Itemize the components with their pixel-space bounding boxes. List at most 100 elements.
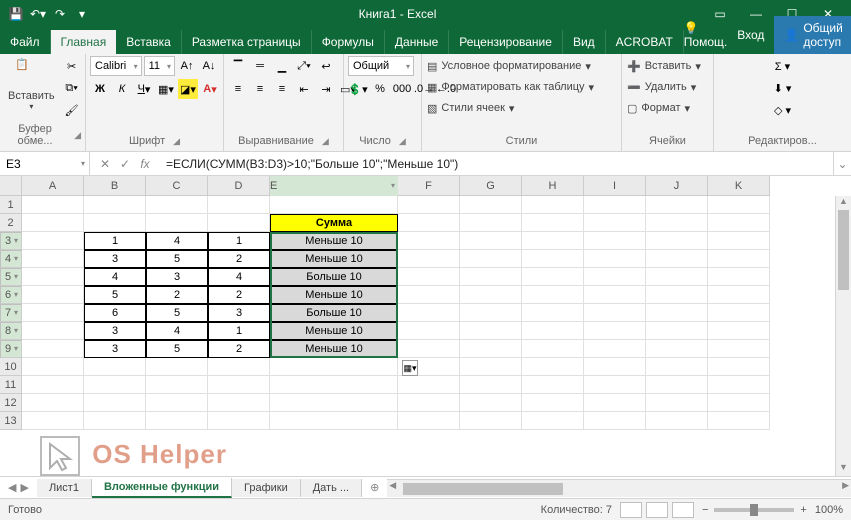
launcher-icon[interactable]: ◢ bbox=[399, 136, 406, 147]
orientation-icon[interactable]: ⤢▾ bbox=[294, 56, 314, 76]
sheet-tab[interactable]: Дать ... bbox=[301, 479, 362, 497]
tab-review[interactable]: Рецензирование bbox=[449, 30, 563, 54]
zoom-in-icon[interactable]: + bbox=[800, 504, 806, 516]
sheet-tab[interactable]: Лист1 bbox=[37, 479, 92, 497]
indent-dec-icon[interactable]: ⇤ bbox=[294, 79, 314, 99]
scroll-right-icon[interactable]: ▶ bbox=[842, 480, 849, 491]
italic-button[interactable]: К bbox=[112, 79, 132, 99]
sheet-tab-active[interactable]: Вложенные функции bbox=[92, 478, 232, 498]
scroll-up-icon[interactable]: ▲ bbox=[836, 196, 851, 210]
row-header[interactable]: 2 bbox=[0, 214, 22, 232]
sheet-nav-prev-icon[interactable]: ◀ bbox=[8, 481, 16, 494]
scroll-thumb[interactable] bbox=[838, 210, 849, 290]
cell-B5[interactable]: 4 bbox=[84, 268, 146, 286]
cell-D9[interactable]: 2 bbox=[208, 340, 270, 358]
formula-bar[interactable]: =ЕСЛИ(СУММ(B3:D3)>10;"Больше 10";"Меньше… bbox=[160, 157, 833, 171]
number-format-select[interactable]: Общий bbox=[348, 56, 414, 76]
zoom-level[interactable]: 100% bbox=[815, 504, 843, 516]
indent-inc-icon[interactable]: ⇥ bbox=[316, 79, 336, 99]
cell-C5[interactable]: 3 bbox=[146, 268, 208, 286]
help-link[interactable]: 💡 Помощ. bbox=[684, 21, 727, 49]
cell-E4[interactable]: Меньше 10 bbox=[270, 250, 398, 268]
redo-icon[interactable]: ↷ bbox=[52, 6, 68, 22]
save-icon[interactable]: 💾 bbox=[8, 6, 24, 22]
select-all-corner[interactable] bbox=[0, 176, 22, 196]
align-middle-icon[interactable]: ═ bbox=[250, 56, 270, 76]
fx-icon[interactable]: fx bbox=[138, 157, 152, 171]
cut-icon[interactable]: ✂ bbox=[62, 56, 82, 76]
view-pagebreak-icon[interactable] bbox=[672, 502, 694, 518]
cell-B9[interactable]: 3 bbox=[84, 340, 146, 358]
tab-insert[interactable]: Вставка bbox=[116, 30, 182, 54]
fill-color-icon[interactable]: ◪▾ bbox=[178, 79, 198, 99]
row-header[interactable]: 1 bbox=[0, 196, 22, 214]
paste-button[interactable]: 📋 Вставить▾ bbox=[4, 56, 59, 120]
row-header[interactable]: 5 bbox=[0, 268, 22, 286]
row-header[interactable]: 6 bbox=[0, 286, 22, 304]
cell-D6[interactable]: 2 bbox=[208, 286, 270, 304]
cancel-formula-icon[interactable]: ✕ bbox=[98, 157, 112, 171]
fill-icon[interactable]: ⬇ ▾ bbox=[718, 78, 847, 98]
col-header[interactable]: A bbox=[22, 176, 84, 196]
sheet-tab[interactable]: Графики bbox=[232, 479, 301, 497]
row-header[interactable]: 8 bbox=[0, 322, 22, 340]
comma-icon[interactable]: 000 bbox=[392, 79, 412, 99]
font-grow-icon[interactable]: A↑ bbox=[177, 56, 197, 76]
insert-cells-button[interactable]: ➕Вставить ▾ bbox=[626, 56, 709, 76]
clear-icon[interactable]: ◇ ▾ bbox=[718, 100, 847, 120]
scroll-thumb[interactable] bbox=[403, 483, 563, 495]
tab-formulas[interactable]: Формулы bbox=[312, 30, 385, 54]
cell-C6[interactable]: 2 bbox=[146, 286, 208, 304]
launcher-icon[interactable]: ◢ bbox=[74, 130, 81, 141]
cell-C9[interactable]: 5 bbox=[146, 340, 208, 358]
scroll-left-icon[interactable]: ◀ bbox=[389, 480, 396, 491]
row-header[interactable]: 10 bbox=[0, 358, 22, 376]
autosum-icon[interactable]: Σ ▾ bbox=[718, 56, 847, 76]
align-bottom-icon[interactable]: ▁ bbox=[272, 56, 292, 76]
share-button[interactable]: 👤Общий доступ bbox=[774, 16, 851, 54]
underline-button[interactable]: Ч▾ bbox=[134, 79, 154, 99]
row-header[interactable]: 9 bbox=[0, 340, 22, 358]
cell-B3[interactable]: 1 bbox=[84, 232, 146, 250]
cell-E3[interactable]: Меньше 10 bbox=[270, 232, 398, 250]
signin-link[interactable]: Вход bbox=[737, 28, 764, 42]
cell-E2[interactable]: Сумма bbox=[270, 214, 398, 232]
cell-D7[interactable]: 3 bbox=[208, 304, 270, 322]
name-box[interactable]: E3 bbox=[0, 152, 90, 175]
launcher-icon[interactable]: ◢ bbox=[173, 136, 180, 147]
cell-D8[interactable]: 1 bbox=[208, 322, 270, 340]
wrap-text-icon[interactable]: ↩ bbox=[316, 56, 336, 76]
cell-E8[interactable]: Меньше 10 bbox=[270, 322, 398, 340]
cell-B8[interactable]: 3 bbox=[84, 322, 146, 340]
font-name-select[interactable]: Calibri bbox=[90, 56, 142, 76]
percent-icon[interactable]: % bbox=[370, 79, 390, 99]
cell-E6[interactable]: Меньше 10 bbox=[270, 286, 398, 304]
font-color-icon[interactable]: A▾ bbox=[200, 79, 220, 99]
tab-data[interactable]: Данные bbox=[385, 30, 449, 54]
font-size-select[interactable]: 11 bbox=[144, 56, 175, 76]
col-header[interactable]: H bbox=[522, 176, 584, 196]
cond-format-button[interactable]: ▤Условное форматирование ▾ bbox=[426, 56, 617, 76]
cell-C7[interactable]: 5 bbox=[146, 304, 208, 322]
col-header[interactable]: K bbox=[708, 176, 770, 196]
cell-styles-button[interactable]: ▧Стили ячеек ▾ bbox=[426, 98, 617, 118]
cells[interactable]: Сумма 141Меньше 10 352Меньше 10 434Больш… bbox=[22, 196, 851, 430]
cell-B6[interactable]: 5 bbox=[84, 286, 146, 304]
cell-D5[interactable]: 4 bbox=[208, 268, 270, 286]
cell-E7[interactable]: Больше 10 bbox=[270, 304, 398, 322]
tab-layout[interactable]: Разметка страницы bbox=[182, 30, 312, 54]
undo-icon[interactable]: ↶▾ bbox=[30, 6, 46, 22]
cell-B4[interactable]: 3 bbox=[84, 250, 146, 268]
tab-home[interactable]: Главная bbox=[51, 30, 117, 54]
align-left-icon[interactable]: ≡ bbox=[228, 79, 248, 99]
col-header[interactable]: G bbox=[460, 176, 522, 196]
expand-formula-icon[interactable]: ⌄ bbox=[833, 152, 851, 175]
format-cells-button[interactable]: ▢Формат ▾ bbox=[626, 98, 709, 118]
col-header[interactable]: E bbox=[270, 176, 398, 196]
add-sheet-icon[interactable]: ⊕ bbox=[362, 481, 387, 494]
cell-C3[interactable]: 4 bbox=[146, 232, 208, 250]
zoom-out-icon[interactable]: − bbox=[702, 504, 708, 516]
cell-C8[interactable]: 4 bbox=[146, 322, 208, 340]
scroll-down-icon[interactable]: ▼ bbox=[836, 462, 851, 476]
col-header[interactable]: J bbox=[646, 176, 708, 196]
